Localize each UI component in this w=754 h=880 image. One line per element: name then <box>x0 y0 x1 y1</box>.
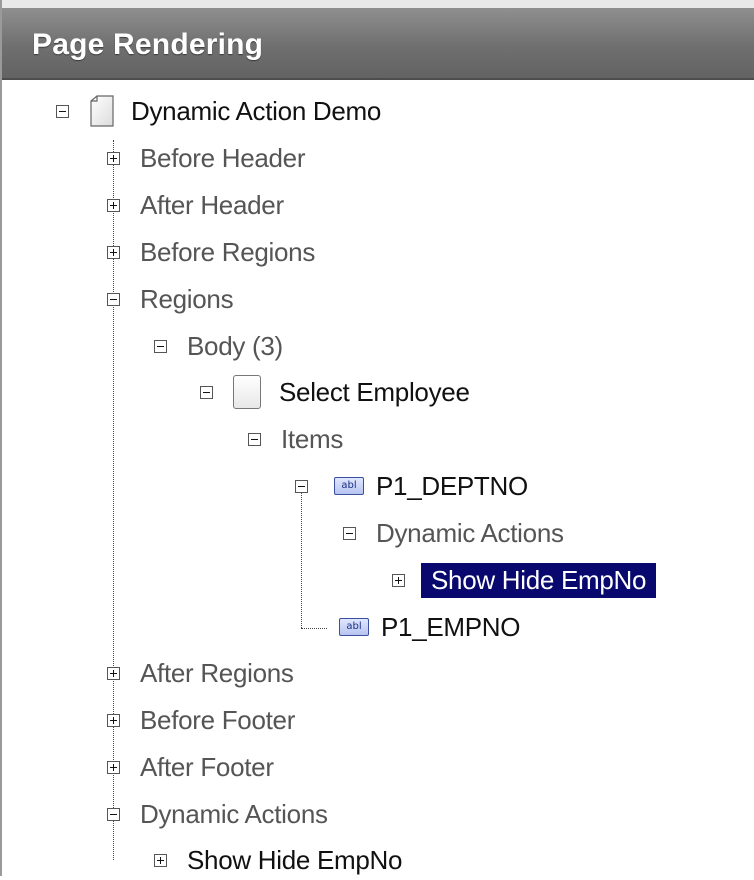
tree-connector <box>301 628 327 629</box>
text-item-icon: abl <box>339 618 369 636</box>
expand-icon[interactable] <box>107 760 120 774</box>
tree-label: P1_EMPNO <box>381 611 521 642</box>
collapse-icon[interactable] <box>154 339 167 353</box>
tree-node-before-footer[interactable]: Before Footer <box>107 700 295 740</box>
tree-node-after-footer[interactable]: After Footer <box>107 747 274 787</box>
text-item-icon: abl <box>334 477 364 495</box>
tree-label: Before Footer <box>140 704 296 735</box>
tree-label: After Footer <box>140 751 274 782</box>
collapse-icon[interactable] <box>107 292 120 306</box>
tree-node-before-regions[interactable]: Before Regions <box>107 232 315 272</box>
tree-label: Items <box>281 423 344 454</box>
tree-label: Select Employee <box>279 376 470 407</box>
collapse-icon[interactable] <box>107 807 120 821</box>
region-icon <box>233 375 261 409</box>
tree-node-body[interactable]: Body (3) <box>154 326 283 366</box>
tree-label: Body (3) <box>187 330 283 361</box>
tree-node-p1-deptno[interactable]: abl P1_DEPTNO <box>295 466 528 506</box>
tree-node-page[interactable]: Dynamic Action Demo <box>56 91 381 131</box>
tree-node-before-header[interactable]: Before Header <box>107 138 306 178</box>
tree-node-items[interactable]: Items <box>248 419 343 459</box>
tree-label: Dynamic Action Demo <box>131 95 382 126</box>
collapse-icon[interactable] <box>56 104 69 118</box>
collapse-icon[interactable] <box>343 526 356 540</box>
collapse-icon[interactable] <box>295 479 308 493</box>
expand-icon[interactable] <box>392 573 405 587</box>
page-icon <box>90 95 114 127</box>
tree-label: Before Regions <box>140 236 316 267</box>
tree-label: After Header <box>140 189 284 220</box>
tree-node-after-regions[interactable]: After Regions <box>107 653 294 693</box>
tree-connector <box>301 490 302 628</box>
tree-label: P1_DEPTNO <box>376 470 528 501</box>
tree-node-dynamic-actions[interactable]: Dynamic Actions <box>107 794 328 834</box>
expand-icon[interactable] <box>107 245 120 259</box>
tree-label: Before Header <box>140 142 306 173</box>
collapse-icon[interactable] <box>200 385 213 399</box>
expand-icon[interactable] <box>154 853 167 867</box>
expand-icon[interactable] <box>107 666 120 680</box>
tree-node-p1-empno[interactable]: abl P1_EMPNO <box>339 607 521 647</box>
page-rendering-panel: Page Rendering Dynamic Action Demo Befor… <box>0 0 754 876</box>
collapse-icon[interactable] <box>248 432 261 446</box>
tree-label: Regions <box>140 283 234 314</box>
tree-label: Show Hide EmpNo <box>187 844 403 875</box>
tree-node-show-hide[interactable]: Show Hide EmpNo <box>154 840 402 880</box>
tree-node-item-dynamic-actions[interactable]: Dynamic Actions <box>343 513 564 553</box>
page-tree: Dynamic Action Demo Before Header After … <box>2 0 754 876</box>
expand-icon[interactable] <box>107 151 120 165</box>
tree-node-select-employee[interactable]: Select Employee <box>200 372 470 412</box>
tree-label: Dynamic Actions <box>376 517 564 548</box>
expand-icon[interactable] <box>107 198 120 212</box>
tree-label: After Regions <box>140 657 294 688</box>
tree-node-item-show-hide[interactable]: Show Hide EmpNo <box>392 560 657 600</box>
tree-node-after-header[interactable]: After Header <box>107 185 284 225</box>
tree-node-regions[interactable]: Regions <box>107 279 234 319</box>
tree-label-selected[interactable]: Show Hide EmpNo <box>421 562 657 598</box>
expand-icon[interactable] <box>107 713 120 727</box>
tree-label: Dynamic Actions <box>140 798 328 829</box>
